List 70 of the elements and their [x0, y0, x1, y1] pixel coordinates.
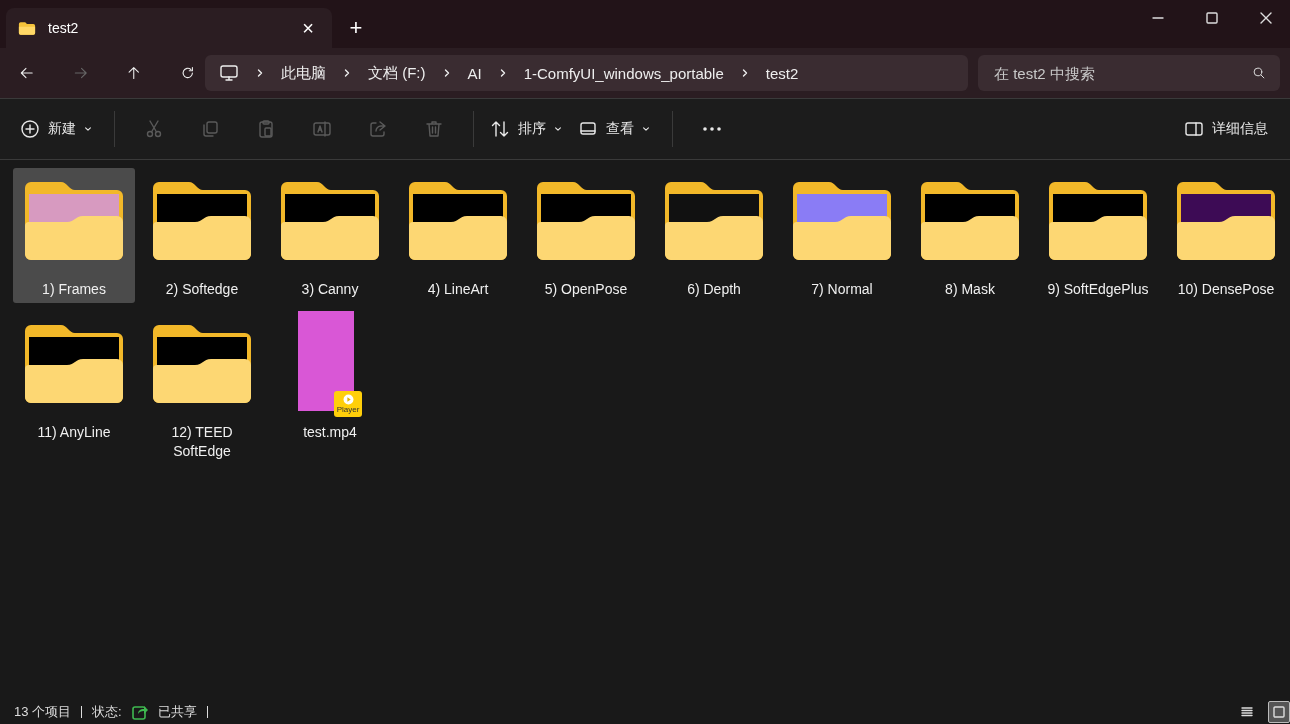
- folder-tile[interactable]: 6) Depth: [653, 168, 775, 303]
- details-button[interactable]: 详细信息: [1182, 111, 1276, 147]
- maximize-icon[interactable]: [1206, 12, 1218, 24]
- scissors-icon: [144, 119, 164, 139]
- monitor-icon: [219, 63, 239, 83]
- address-bar[interactable]: 此电脑 文档 (F:) AI 1-ComfyUI_windows_portable test2: [205, 55, 968, 91]
- folder-thumbnail-icon: [281, 182, 379, 260]
- close-icon[interactable]: [1260, 12, 1272, 24]
- shared-status: 已共享: [157, 703, 197, 721]
- share-icon: [368, 119, 388, 139]
- folder-thumbnail-icon: [409, 182, 507, 260]
- view-button[interactable]: 查看: [576, 111, 658, 147]
- ellipsis-icon: [702, 126, 722, 132]
- new-tab-button[interactable]: +: [340, 12, 372, 44]
- breadcrumb-item[interactable]: test2: [765, 64, 799, 82]
- folder-tile[interactable]: 10) DensePose: [1165, 168, 1287, 303]
- folder-thumbnail-icon: [25, 325, 123, 403]
- caret-icon: [642, 125, 650, 133]
- new-button[interactable]: 新建: [18, 111, 100, 147]
- folder-thumbnail-icon: [921, 182, 1019, 260]
- up-arrow-icon[interactable]: [126, 64, 142, 82]
- folder-thumbnail-icon: [153, 325, 251, 403]
- item-count: 13 个项目: [14, 703, 72, 721]
- folder-tile[interactable]: 8) Mask: [909, 168, 1031, 303]
- trash-icon: [424, 119, 444, 139]
- folder-thumbnail-icon: [537, 182, 635, 260]
- shared-icon: [131, 704, 148, 720]
- breadcrumb-item[interactable]: 文档 (F:): [368, 63, 426, 83]
- folder-thumbnail-icon: [153, 182, 251, 260]
- folder-tile[interactable]: 5) OpenPose: [525, 168, 647, 303]
- breadcrumb-item[interactable]: 1-ComfyUI_windows_portable: [523, 64, 724, 82]
- folder-tile[interactable]: 11) AnyLine: [13, 311, 135, 446]
- breadcrumb-item[interactable]: 此电脑: [281, 63, 326, 83]
- caret-icon: [84, 125, 92, 133]
- folder-tile[interactable]: 9) SoftEdgePlus: [1037, 168, 1159, 303]
- clipboard-icon: [256, 119, 276, 139]
- folder-thumbnail-icon: [1049, 182, 1147, 260]
- play-icon: [342, 394, 354, 405]
- folder-tile[interactable]: 3) Canny: [269, 168, 391, 303]
- folder-thumbnail-icon: [793, 182, 891, 260]
- search-icon[interactable]: [1252, 66, 1266, 80]
- folder-icon: [18, 20, 36, 36]
- plus-circle-icon: [20, 119, 40, 139]
- folder-tile[interactable]: 4) LineArt: [397, 168, 519, 303]
- status-label: 状态:: [92, 703, 122, 721]
- chevron-icon: [342, 68, 352, 78]
- player-badge: Player: [334, 391, 362, 417]
- folder-thumbnail-icon: [1177, 182, 1275, 260]
- list-lines-icon: [1240, 705, 1254, 719]
- sort-arrows-icon: [490, 119, 510, 139]
- folder-tile[interactable]: 7) Normal: [781, 168, 903, 303]
- tab[interactable]: test2 ×: [6, 8, 332, 48]
- square-icon: [1272, 705, 1286, 719]
- close-tab-button[interactable]: ×: [296, 16, 320, 40]
- side-panel-icon: [1184, 119, 1204, 139]
- breadcrumb-item[interactable]: AI: [467, 64, 482, 82]
- caret-icon: [554, 125, 562, 133]
- folder-tile[interactable]: 1) Frames: [13, 168, 135, 303]
- tiles-view-button[interactable]: [1268, 701, 1290, 723]
- sort-button[interactable]: 排序: [488, 111, 570, 147]
- folder-thumbnail-icon: [25, 182, 123, 260]
- tab-title: test2: [48, 20, 80, 36]
- folder-thumbnail-icon: [665, 182, 763, 260]
- folder-tile[interactable]: 2) Softedge: [141, 168, 263, 303]
- copy-icon: [200, 119, 220, 139]
- rename-icon: [312, 119, 332, 139]
- file-tile[interactable]: Player test.mp4: [269, 311, 391, 446]
- folder-tile[interactable]: 12) TEED SoftEdge: [141, 311, 263, 465]
- chevron-icon: [255, 68, 265, 78]
- search-field[interactable]: 在 test2 中搜索: [978, 55, 1280, 91]
